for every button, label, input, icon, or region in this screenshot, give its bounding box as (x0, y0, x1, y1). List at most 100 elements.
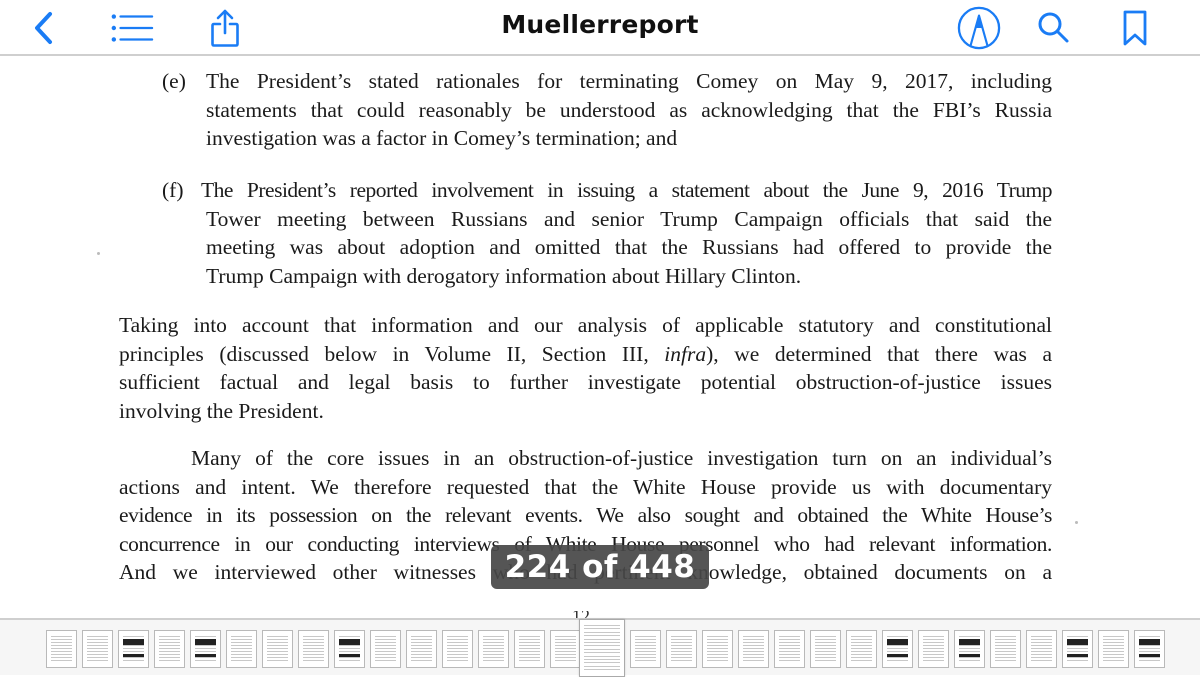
thumbnail-text-line (743, 657, 764, 658)
thumbnail-text-line (411, 654, 432, 655)
thumbnail-text-line (1139, 645, 1160, 646)
thumbnail-text-line (447, 639, 468, 640)
thumbnail-text-line (123, 651, 144, 652)
thumbnail-text-line (1067, 657, 1088, 658)
thumbnail-text-line (519, 660, 540, 661)
text-line: principles (discussed below in Volume II… (119, 340, 1052, 369)
thumbnail-text-line (1067, 648, 1088, 649)
markup-button[interactable] (957, 6, 1001, 50)
page-thumbnail[interactable] (702, 630, 733, 668)
thumbnail-text-line (447, 660, 468, 661)
thumbnail-text-line (584, 648, 620, 650)
thumbnail-text-line (303, 642, 324, 643)
bookmark-button[interactable] (1113, 6, 1157, 50)
page-thumbnail[interactable] (154, 630, 185, 668)
page-thumbnail[interactable] (262, 630, 293, 668)
page-thumbnail[interactable] (514, 630, 545, 668)
thumbnail-text-line (555, 657, 576, 658)
scan-speck (97, 252, 100, 255)
page-thumbnail[interactable] (738, 630, 769, 668)
thumbnail-text-line (375, 657, 396, 658)
thumbnail-text-line (375, 639, 396, 640)
thumbnail-text-line (159, 657, 180, 658)
page-thumbnail[interactable] (630, 630, 661, 668)
thumbnail-text-line (555, 642, 576, 643)
page-thumbnail[interactable] (82, 630, 113, 668)
thumbnail-text-line (159, 654, 180, 655)
thumbnail-text-line (267, 645, 288, 646)
thumbnail-text-line (584, 635, 620, 637)
page-thumbnail[interactable] (666, 630, 697, 668)
page-thumbnail[interactable] (882, 630, 913, 668)
thumbnail-text-line (923, 645, 944, 646)
thumbnail-text-line (555, 636, 576, 637)
document-page[interactable]: (e) The President’s stated rationales fo… (0, 56, 1200, 618)
thumbnail-text-line (887, 645, 908, 646)
thumbnail-text-line (411, 645, 432, 646)
page-thumbnail[interactable] (334, 630, 365, 668)
page-thumbnail[interactable] (442, 630, 473, 668)
text-line: The President’s stated rationales for te… (206, 69, 1052, 93)
page-thumbnail[interactable] (478, 630, 509, 668)
thumbnail-text-line (447, 654, 468, 655)
thumbnail-text-line (123, 645, 144, 646)
page-thumbnail[interactable] (1098, 630, 1129, 668)
thumbnail-text-line (635, 654, 656, 655)
thumbnail-text-line (483, 660, 504, 661)
page-thumbnail[interactable] (1062, 630, 1093, 668)
thumbnail-text-line (483, 642, 504, 643)
thumbnail-text-line (555, 654, 576, 655)
search-icon (1038, 12, 1069, 43)
thumbnail-text-line (959, 648, 980, 649)
thumbnail-text-line (584, 665, 620, 667)
thumbnail-text-line (483, 657, 504, 658)
thumbnail-text-line (584, 642, 620, 643)
thumbnail-text-line (231, 645, 252, 646)
thumbnail-text-line (671, 639, 692, 640)
page-thumbnail[interactable] (1134, 630, 1165, 668)
thumbnail-text-line (195, 645, 216, 646)
page-thumbnail[interactable] (550, 630, 581, 668)
page-thumbnail[interactable] (46, 630, 77, 668)
thumbnail-text-line (815, 642, 836, 643)
search-button[interactable] (1032, 6, 1076, 50)
thumbnail-text-line (851, 639, 872, 640)
thumbnail-text-line (51, 648, 72, 649)
page-thumbnail[interactable] (370, 630, 401, 668)
thumbnail-text-line (923, 639, 944, 640)
page-thumbnail[interactable] (190, 630, 221, 668)
thumbnail-text-line (375, 660, 396, 661)
page-thumbnail[interactable] (846, 630, 877, 668)
thumbnail-text-line (851, 645, 872, 646)
page-thumbnail[interactable] (118, 630, 149, 668)
page-thumbnail[interactable] (810, 630, 841, 668)
page-thumbnail-strip[interactable] (0, 618, 1200, 677)
page-thumbnail[interactable] (990, 630, 1021, 668)
page-thumbnail[interactable] (954, 630, 985, 668)
thumbnail-text-line (375, 642, 396, 643)
page-thumbnail-current[interactable] (579, 619, 625, 677)
thumbnail-text-line (779, 636, 800, 637)
page-thumbnail[interactable] (918, 630, 949, 668)
page-thumbnail[interactable] (774, 630, 805, 668)
text-line: The President’s reported involvement in … (201, 178, 1053, 202)
thumbnail-text-line (303, 639, 324, 640)
page-thumbnail[interactable] (298, 630, 329, 668)
thumbnail-text-line (303, 645, 324, 646)
thumbnail-text-line (339, 660, 360, 661)
page-thumbnail[interactable] (1026, 630, 1057, 668)
thumbnail-text-line (1031, 645, 1052, 646)
thumbnail-text-line (555, 648, 576, 649)
thumbnail-text-line (339, 648, 360, 649)
thumbnail-text-line (159, 660, 180, 661)
thumbnail-text-line (231, 651, 252, 652)
thumbnail-text-line (1067, 636, 1088, 637)
thumbnail-text-line (375, 648, 396, 649)
thumbnail-text-line (87, 642, 108, 643)
thumbnail-text-line (195, 636, 216, 637)
thumbnail-text-line (267, 657, 288, 658)
thumbnail-text-line (303, 648, 324, 649)
thumbnail-text-line (1031, 657, 1052, 658)
page-thumbnail[interactable] (406, 630, 437, 668)
page-thumbnail[interactable] (226, 630, 257, 668)
